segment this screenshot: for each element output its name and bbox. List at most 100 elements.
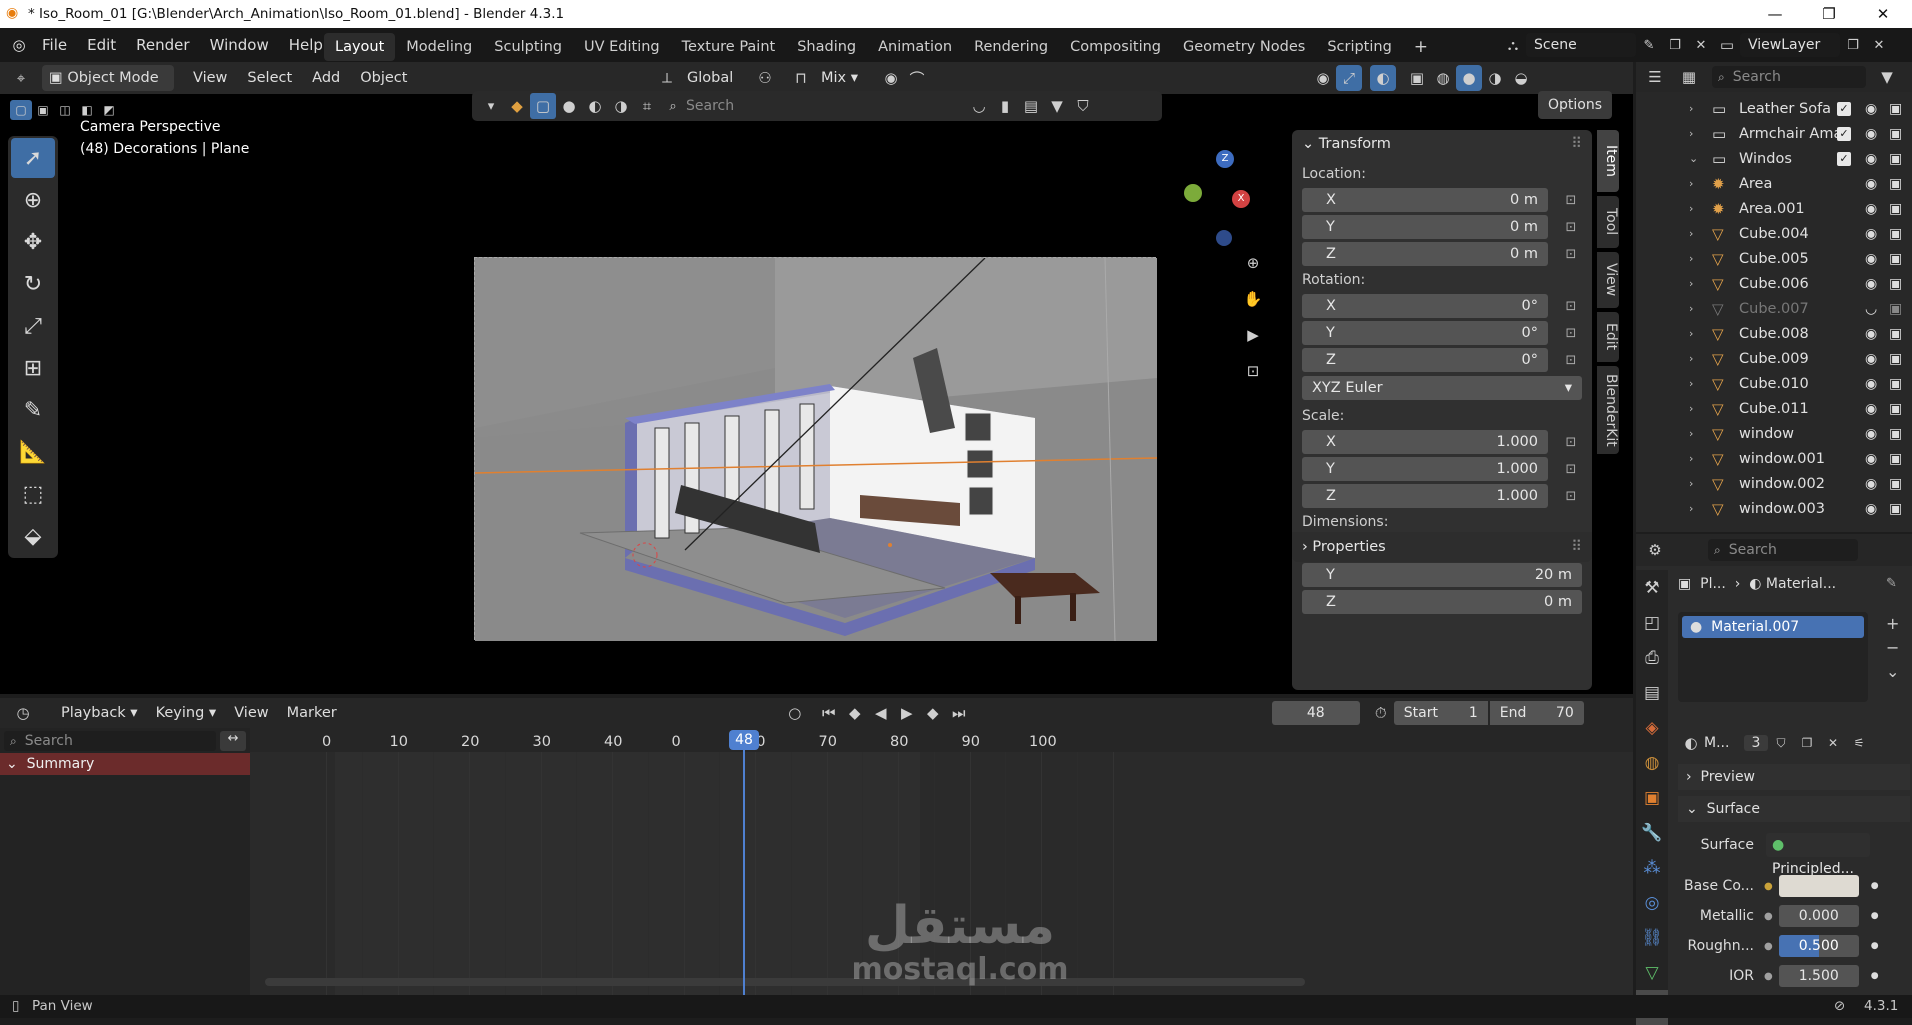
menu-render[interactable]: Render xyxy=(126,28,199,62)
roughness-slider[interactable]: 0.500 xyxy=(1778,935,1859,957)
tab-edit[interactable]: Edit xyxy=(1597,312,1619,362)
camera-render-icon[interactable]: ▣ xyxy=(1889,426,1902,442)
camera-render-icon[interactable]: ▣ xyxy=(1889,151,1902,167)
menu-edit[interactable]: Edit xyxy=(77,28,126,62)
material-shading-icon[interactable]: ◑ xyxy=(1482,65,1508,91)
pan-hand-icon[interactable]: ✋ xyxy=(1240,286,1266,312)
swap-icon[interactable]: ↔ xyxy=(220,731,246,751)
data-props-icon[interactable]: ▽ xyxy=(1636,955,1668,990)
camera-render-icon[interactable]: ▣ xyxy=(1889,476,1902,492)
lock-icon[interactable]: ⊡ xyxy=(1560,462,1582,477)
wireframe-shading-icon[interactable]: ◍ xyxy=(1430,65,1456,91)
chevron-right-icon[interactable]: › xyxy=(1689,177,1693,190)
outliner-item[interactable]: ⌄ ▭ Windos ✓ ◉ ▣ xyxy=(1636,146,1912,171)
lock-icon[interactable]: ⊡ xyxy=(1560,489,1582,504)
overlay-icon[interactable]: ◐ xyxy=(1370,65,1396,91)
camera-render-icon[interactable]: ▣ xyxy=(1889,176,1902,192)
end-frame-field[interactable]: End 70 xyxy=(1489,701,1584,725)
chevron-right-icon[interactable]: › xyxy=(1689,127,1693,140)
outliner-item[interactable]: › ▽ window.002 ◉ ▣ xyxy=(1636,471,1912,496)
chevron-right-icon[interactable]: › xyxy=(1689,252,1693,265)
rotation-mode-dropdown[interactable]: XYZ Euler ▾ xyxy=(1302,376,1582,400)
eye-icon[interactable]: ◉ xyxy=(1865,476,1877,492)
eye-icon[interactable]: ◉ xyxy=(1865,226,1877,242)
remove-slot-icon[interactable]: − xyxy=(1886,636,1899,660)
tab-rendering[interactable]: Rendering xyxy=(963,33,1059,61)
outliner-item[interactable]: › ▽ window.003 ◉ ▣ xyxy=(1636,496,1912,521)
tab-uv-editing[interactable]: UV Editing xyxy=(573,33,671,61)
menu-add[interactable]: Add xyxy=(305,65,347,91)
tab-blenderkit[interactable]: BlenderKit xyxy=(1597,366,1619,454)
chevron-right-icon[interactable]: › xyxy=(1689,227,1693,240)
eye-icon[interactable]: ◉ xyxy=(1865,126,1877,142)
unlink-icon[interactable]: ✕ xyxy=(1820,730,1846,756)
editor-type-icon[interactable]: ☰ xyxy=(1642,64,1668,90)
menu-playback[interactable]: Playback ▾ xyxy=(54,700,145,726)
options-dropdown[interactable]: Options xyxy=(1538,91,1613,119)
view-layer-field[interactable]: ViewLayer xyxy=(1740,33,1840,57)
tab-shading[interactable]: Shading xyxy=(786,33,867,61)
annotate-tool-icon[interactable]: ✎ xyxy=(11,390,55,430)
fake-user-icon[interactable]: ⛉ xyxy=(1768,730,1794,756)
snap-target-dropdown[interactable]: Mix ▾ xyxy=(814,65,872,91)
move-tool-icon[interactable]: ✥ xyxy=(11,222,55,262)
pivot-point-icon[interactable]: ⚇ xyxy=(752,65,778,91)
exclude-checkbox[interactable]: ✓ xyxy=(1837,101,1851,116)
camera-render-icon[interactable]: ▣ xyxy=(1889,401,1902,417)
outliner-item[interactable]: › ✹ Area ◉ ▣ xyxy=(1636,171,1912,196)
camera-view-icon[interactable]: ▶ xyxy=(1240,322,1266,348)
close-button[interactable]: ✕ xyxy=(1860,0,1906,28)
orientation-dropdown[interactable]: Global ▾ xyxy=(680,65,752,112)
surface-panel-header[interactable]: ⌄ Surface xyxy=(1678,796,1910,822)
lock-icon[interactable]: ⊡ xyxy=(1240,358,1266,384)
camera-render-icon[interactable]: ▣ xyxy=(1889,376,1902,392)
rotate-tool-icon[interactable]: ↻ xyxy=(11,264,55,304)
particles-props-icon[interactable]: ⁂ xyxy=(1636,850,1668,885)
tab-animation[interactable]: Animation xyxy=(867,33,963,61)
chevron-right-icon[interactable]: › xyxy=(1689,327,1693,340)
viewport-search-input[interactable]: Search xyxy=(686,98,966,114)
outliner-item[interactable]: › ▽ Cube.011 ◉ ▣ xyxy=(1636,396,1912,421)
minimize-button[interactable]: — xyxy=(1752,0,1798,28)
outliner-item[interactable]: › ▽ Cube.007 ◡ ▣ xyxy=(1636,296,1912,321)
add-cube-tool-icon[interactable]: ⬚ xyxy=(11,474,55,514)
eye-icon[interactable]: ◉ xyxy=(1865,276,1877,292)
transform-tool-icon[interactable]: ⊞ xyxy=(11,348,55,388)
eye-icon[interactable]: ◉ xyxy=(1865,251,1877,267)
pin-icon[interactable]: ✎ xyxy=(1636,32,1662,58)
falloff-icon[interactable]: ⌒ xyxy=(904,65,930,91)
snap-icon[interactable]: ⊓ xyxy=(788,65,814,91)
menu-select[interactable]: Select xyxy=(240,65,299,91)
scale-y-field[interactable]: Y 1.000 xyxy=(1302,457,1548,481)
navigation-gizmo[interactable]: Z X xyxy=(1176,150,1252,246)
base-color-swatch[interactable] xyxy=(1778,875,1859,897)
object-type-visibility-icon[interactable]: ◆ xyxy=(504,93,530,119)
select-box-icon[interactable]: ▢ xyxy=(530,93,556,119)
eye-icon[interactable]: ◉ xyxy=(1865,101,1877,117)
shading-solid-icon[interactable]: ● xyxy=(556,93,582,119)
keyframe-dot-icon[interactable]: ● xyxy=(1871,971,1879,981)
outliner-item[interactable]: › ▽ Cube.009 ◉ ▣ xyxy=(1636,346,1912,371)
display-mode-icon[interactable]: ▦ xyxy=(1676,64,1702,90)
tab-tool[interactable]: Tool xyxy=(1597,196,1619,248)
view-layer-icon[interactable]: ▭ xyxy=(1714,32,1740,58)
chevron-right-icon[interactable]: › xyxy=(1689,377,1693,390)
filter-icon[interactable]: ▼ xyxy=(1044,93,1070,119)
keyframe-dot-icon[interactable]: ● xyxy=(1871,911,1879,921)
outliner-item[interactable]: › ▽ window.001 ◉ ▣ xyxy=(1636,446,1912,471)
ior-field[interactable]: 1.500 xyxy=(1778,965,1859,987)
menu-object[interactable]: Object xyxy=(353,65,414,91)
chevron-down-icon[interactable]: ⌄ xyxy=(1689,152,1698,165)
prev-keyframe-icon[interactable]: ◆ xyxy=(842,700,868,726)
drag-handle-icon[interactable]: ⠿ xyxy=(1571,136,1582,152)
user-count[interactable]: 3 xyxy=(1744,735,1768,751)
menu-view[interactable]: View xyxy=(227,700,275,726)
camera-render-icon[interactable]: ▣ xyxy=(1889,326,1902,342)
exclude-checkbox[interactable]: ✓ xyxy=(1837,151,1851,166)
rotation-y-field[interactable]: Y 0° xyxy=(1302,321,1548,345)
material-browse-icon[interactable]: ◐ xyxy=(1678,730,1704,756)
camera-render-icon[interactable]: ▣ xyxy=(1889,226,1902,242)
chevron-right-icon[interactable]: › xyxy=(1689,502,1693,515)
menu-view[interactable]: View xyxy=(186,65,234,91)
select-new-icon[interactable]: ▢ xyxy=(10,100,32,120)
